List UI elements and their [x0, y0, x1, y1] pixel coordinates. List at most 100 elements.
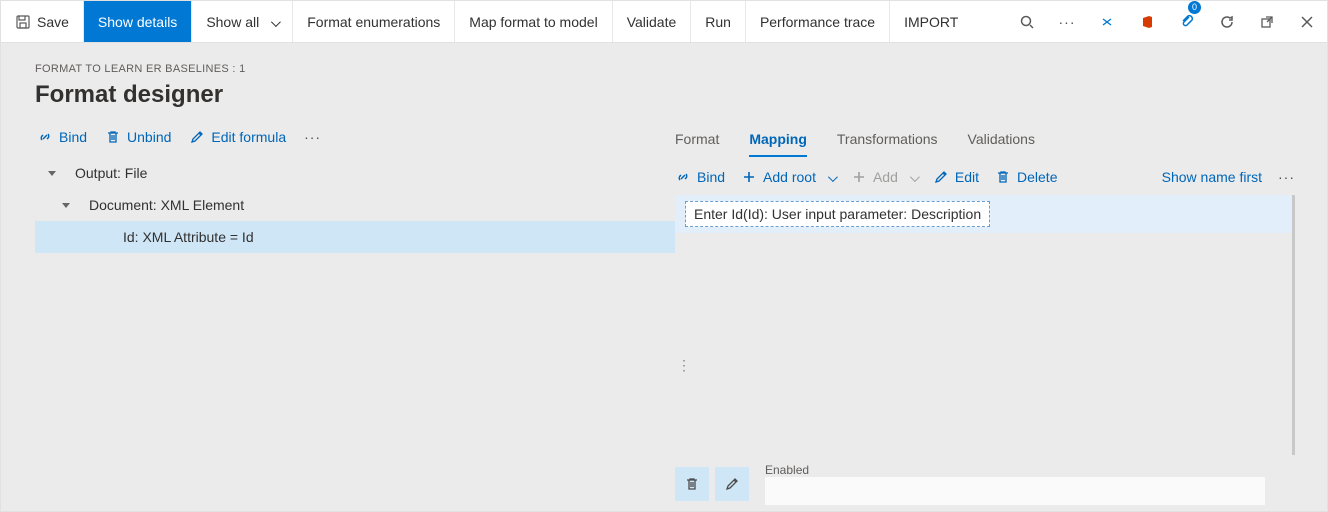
bind-button[interactable]: Bind — [37, 129, 87, 145]
perf-trace-label: Performance trace — [760, 14, 875, 30]
left-more-button[interactable]: ··· — [304, 129, 321, 145]
format-enumerations-button[interactable]: Format enumerations — [293, 1, 455, 42]
bind-button-right[interactable]: Bind — [675, 169, 725, 185]
show-details-button[interactable]: Show details — [84, 1, 192, 42]
save-label: Save — [37, 14, 69, 30]
tab-transformations[interactable]: Transformations — [837, 123, 938, 157]
show-details-label: Show details — [98, 14, 177, 30]
tab-format[interactable]: Format — [675, 123, 719, 157]
edit-field-button[interactable] — [715, 467, 749, 501]
tab-mapping[interactable]: Mapping — [749, 123, 807, 157]
page-title: Format designer — [35, 81, 1293, 109]
run-label: Run — [705, 14, 731, 30]
close-button[interactable] — [1287, 1, 1327, 42]
right-pane: Format Mapping Transformations Validatio… — [675, 117, 1307, 511]
unbind-label: Unbind — [127, 129, 171, 145]
save-icon — [15, 14, 31, 30]
search-button[interactable] — [1007, 1, 1047, 42]
more-button[interactable]: ··· — [1047, 1, 1087, 42]
link-icon — [675, 169, 691, 185]
caret-down-icon — [59, 203, 73, 208]
show-all-button[interactable]: Show all — [192, 1, 293, 42]
map-format-button[interactable]: Map format to model — [455, 1, 612, 42]
add-root-label: Add root — [763, 169, 816, 185]
main-toolbar: Save Show details Show all Format enumer… — [1, 1, 1327, 43]
import-button[interactable]: IMPORT — [890, 1, 972, 42]
bind-label: Bind — [697, 169, 725, 185]
left-pane: Bind Unbind Edit formula ··· — [35, 117, 675, 511]
trash-icon — [105, 129, 121, 145]
tabs: Format Mapping Transformations Validatio… — [675, 117, 1295, 161]
pencil-icon — [724, 476, 740, 492]
performance-trace-button[interactable]: Performance trace — [746, 1, 890, 42]
unbind-button[interactable]: Unbind — [105, 129, 171, 145]
popout-button[interactable] — [1247, 1, 1287, 42]
add-root-button[interactable]: Add root — [741, 169, 835, 185]
asterisk-icon — [1099, 14, 1115, 30]
tree-node-label: Output: File — [75, 165, 147, 181]
pane-divider[interactable]: ⋮ — [677, 357, 691, 374]
plus-icon — [851, 169, 867, 185]
breadcrumb: FORMAT TO LEARN ER BASELINES : 1 — [35, 63, 1293, 75]
trash-icon — [995, 169, 1011, 185]
edit-formula-button[interactable]: Edit formula — [189, 129, 286, 145]
office-button[interactable] — [1127, 1, 1167, 42]
show-name-first-label: Show name first — [1162, 169, 1262, 185]
close-icon — [1299, 14, 1315, 30]
bottom-bar: Enabled — [675, 455, 1295, 511]
tree-node-label: Id: XML Attribute = Id — [123, 229, 254, 245]
trash-icon — [684, 476, 700, 492]
delete-button[interactable]: Delete — [995, 169, 1057, 185]
paperclip-icon — [1179, 14, 1195, 30]
validate-label: Validate — [627, 14, 677, 30]
search-icon — [1019, 14, 1035, 30]
pencil-icon — [189, 129, 205, 145]
refresh-icon — [1219, 14, 1235, 30]
tree-node-label: Document: XML Element — [89, 197, 244, 213]
enabled-input[interactable] — [765, 477, 1265, 505]
edit-label: Edit — [955, 169, 979, 185]
chevron-down-icon — [822, 169, 835, 185]
save-button[interactable]: Save — [1, 1, 84, 42]
tab-validations[interactable]: Validations — [968, 123, 1035, 157]
left-action-bar: Bind Unbind Edit formula ··· — [35, 117, 675, 157]
plus-icon — [741, 169, 757, 185]
format-enum-label: Format enumerations — [307, 14, 440, 30]
notification-badge: 0 — [1188, 1, 1201, 14]
show-all-label: Show all — [206, 14, 259, 30]
more-icon: ··· — [1059, 14, 1076, 30]
refresh-button[interactable] — [1207, 1, 1247, 42]
validate-button[interactable]: Validate — [613, 1, 692, 42]
format-tree: Output: File Document: XML Element Id: X… — [35, 157, 675, 253]
delete-field-button[interactable] — [675, 467, 709, 501]
tree-node-document[interactable]: Document: XML Element — [35, 189, 675, 221]
map-format-label: Map format to model — [469, 14, 597, 30]
add-button: Add — [851, 169, 917, 185]
popout-icon — [1259, 14, 1275, 30]
pencil-icon — [933, 169, 949, 185]
edit-formula-label: Edit formula — [211, 129, 286, 145]
right-action-bar: Bind Add root Add Edit — [675, 161, 1295, 195]
tree-node-id[interactable]: Id: XML Attribute = Id — [35, 221, 675, 253]
import-label: IMPORT — [904, 14, 958, 30]
chevron-down-icon — [265, 14, 278, 30]
edit-button[interactable]: Edit — [933, 169, 979, 185]
caret-down-icon — [45, 171, 59, 176]
mapping-list: Enter Id(Id): User input parameter: Desc… — [675, 195, 1295, 455]
notifications-button[interactable]: 0 — [1167, 1, 1207, 42]
show-name-first-button[interactable]: Show name first — [1162, 169, 1262, 185]
mapping-row-text: Enter Id(Id): User input parameter: Desc… — [685, 201, 990, 227]
add-label: Add — [873, 169, 898, 185]
run-button[interactable]: Run — [691, 1, 746, 42]
right-more-button[interactable]: ··· — [1278, 169, 1295, 185]
office-icon — [1139, 14, 1155, 30]
delete-label: Delete — [1017, 169, 1057, 185]
chevron-down-icon — [904, 169, 917, 185]
tree-node-output[interactable]: Output: File — [35, 157, 675, 189]
attachments-button[interactable] — [1087, 1, 1127, 42]
enabled-label: Enabled — [765, 463, 1265, 477]
mapping-row[interactable]: Enter Id(Id): User input parameter: Desc… — [675, 195, 1292, 233]
toolbar-spacer — [972, 1, 1007, 42]
link-icon — [37, 129, 53, 145]
bind-label: Bind — [59, 129, 87, 145]
